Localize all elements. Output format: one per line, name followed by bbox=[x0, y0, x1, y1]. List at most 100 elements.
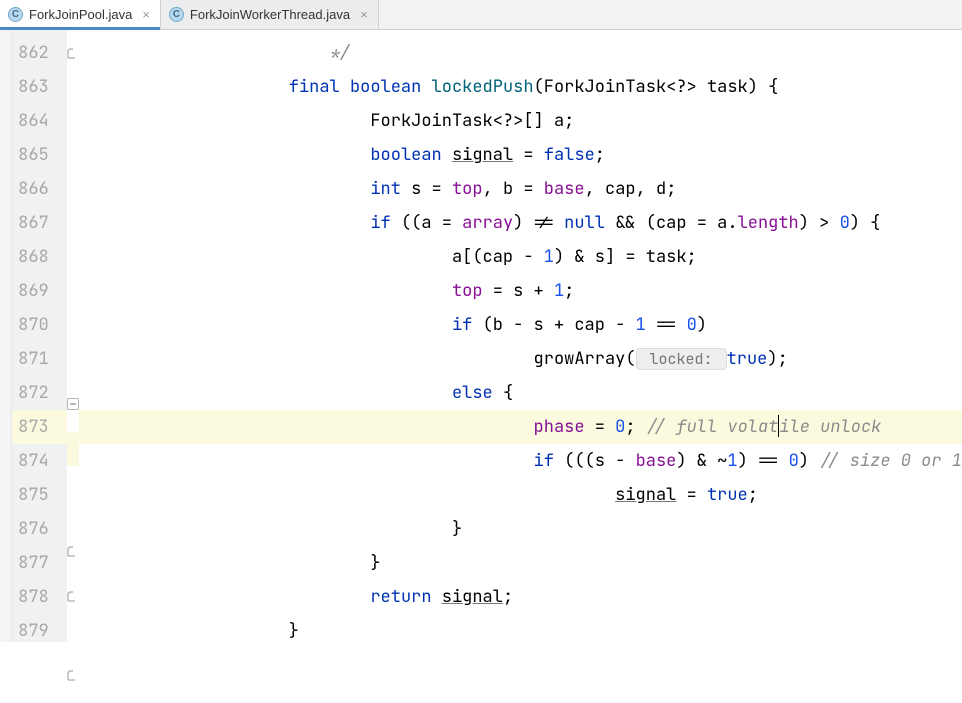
fold-cell bbox=[67, 500, 79, 534]
code-token: boolean bbox=[370, 144, 452, 166]
fold-cell bbox=[67, 398, 79, 432]
code-line[interactable]: } bbox=[79, 614, 962, 648]
code-line[interactable]: top = s + 1; bbox=[79, 274, 962, 308]
code-token: top bbox=[452, 178, 483, 200]
code-token: a[(cap - bbox=[452, 246, 544, 268]
code-line[interactable]: final boolean lockedPush(ForkJoinTask<?>… bbox=[79, 70, 962, 104]
code-token: // full volat bbox=[646, 416, 779, 438]
code-token: ForkJoinTask<?>[] a; bbox=[370, 110, 574, 132]
code-token: , cap, d; bbox=[585, 178, 677, 200]
line-number[interactable]: 877 bbox=[12, 546, 67, 580]
code-line[interactable]: phase = 0; // full volatile unlock bbox=[79, 410, 962, 444]
code-token: lockedPush bbox=[432, 76, 534, 98]
code-token: && (cap = a. bbox=[615, 212, 737, 234]
editor-tab[interactable]: CForkJoinPool.java× bbox=[0, 0, 161, 29]
code-line[interactable]: return signal; bbox=[79, 580, 962, 614]
code-token: 1 bbox=[544, 246, 554, 268]
code-area[interactable]: */ final boolean lockedPush(ForkJoinTask… bbox=[79, 30, 962, 642]
code-line[interactable]: signal = true; bbox=[79, 478, 962, 512]
code-token: ((a = bbox=[401, 212, 462, 234]
code-token: 1 bbox=[554, 280, 564, 302]
fold-cell bbox=[67, 81, 79, 115]
code-token: 0 bbox=[840, 212, 850, 234]
fold-end-icon[interactable] bbox=[67, 669, 79, 681]
code-line[interactable]: ForkJoinTask<?>[] a; bbox=[79, 104, 962, 138]
code-line[interactable]: if ((a = array) != null && (cap = a.leng… bbox=[79, 206, 962, 240]
editor-area: 8628638648658668678688698708718728738748… bbox=[0, 30, 962, 642]
code-token: base bbox=[544, 178, 585, 200]
fold-cell bbox=[67, 353, 79, 387]
code-token: array bbox=[462, 212, 513, 234]
code-token: true bbox=[707, 484, 748, 506]
code-token: 1 bbox=[636, 314, 656, 336]
code-token: ; bbox=[748, 484, 758, 506]
editor-tab[interactable]: CForkJoinWorkerThread.java× bbox=[161, 0, 379, 29]
code-token: top bbox=[452, 280, 483, 302]
code-token: (((s - bbox=[564, 450, 635, 472]
java-class-icon: C bbox=[169, 7, 184, 22]
fold-collapse-icon[interactable] bbox=[67, 398, 79, 410]
fold-end-icon[interactable] bbox=[67, 590, 79, 602]
line-number[interactable]: 872 bbox=[12, 376, 67, 410]
code-line[interactable]: else { bbox=[79, 376, 962, 410]
code-token: length bbox=[738, 212, 799, 234]
fold-cell bbox=[67, 183, 79, 217]
line-number[interactable]: 874 bbox=[12, 444, 67, 478]
fold-end-icon[interactable] bbox=[67, 47, 79, 59]
close-icon[interactable]: × bbox=[360, 7, 368, 22]
code-line[interactable]: a[(cap - 1) & s] = task; bbox=[79, 240, 962, 274]
code-token: } bbox=[452, 518, 462, 540]
line-number-gutter[interactable]: 8628638648658668678688698708718728738748… bbox=[12, 30, 67, 642]
code-line[interactable]: int s = top, b = base, cap, d; bbox=[79, 172, 962, 206]
code-token: null bbox=[564, 212, 615, 234]
line-number[interactable]: 866 bbox=[12, 172, 67, 206]
code-token: // size 0 or 1 bbox=[819, 450, 962, 472]
code-token: if bbox=[452, 314, 483, 336]
code-token: phase bbox=[534, 416, 585, 438]
code-line[interactable]: boolean signal = false; bbox=[79, 138, 962, 172]
code-line[interactable]: */ bbox=[79, 36, 962, 70]
fold-column[interactable] bbox=[67, 30, 79, 642]
line-number[interactable]: 873 bbox=[12, 410, 67, 444]
line-number[interactable]: 868 bbox=[12, 240, 67, 274]
code-token: locked: bbox=[636, 348, 727, 370]
line-number[interactable]: 862 bbox=[12, 36, 67, 70]
line-number[interactable]: 863 bbox=[12, 70, 67, 104]
fold-cell bbox=[67, 149, 79, 183]
close-icon[interactable]: × bbox=[142, 7, 150, 22]
fold-end-icon[interactable] bbox=[67, 545, 79, 557]
code-token: signal bbox=[452, 144, 513, 166]
line-number[interactable]: 878 bbox=[12, 580, 67, 614]
fold-cell bbox=[67, 545, 79, 579]
code-token: ; bbox=[564, 280, 574, 302]
code-line[interactable]: if (b - s + cap - 1 == 0) bbox=[79, 308, 962, 342]
fold-cell bbox=[67, 432, 79, 466]
line-number[interactable]: 876 bbox=[12, 512, 67, 546]
line-number[interactable]: 879 bbox=[12, 614, 67, 648]
fold-cell bbox=[67, 251, 79, 285]
fold-cell bbox=[67, 669, 79, 703]
code-token: 0 bbox=[615, 416, 625, 438]
code-token: (ForkJoinTask<?> task) { bbox=[534, 76, 779, 98]
code-token: final bbox=[289, 76, 350, 98]
line-number[interactable]: 865 bbox=[12, 138, 67, 172]
fold-cell bbox=[67, 466, 79, 500]
code-token: */ bbox=[330, 42, 350, 64]
fold-cell bbox=[67, 47, 79, 81]
code-line[interactable]: } bbox=[79, 512, 962, 546]
line-number[interactable]: 875 bbox=[12, 478, 67, 512]
line-number[interactable]: 867 bbox=[12, 206, 67, 240]
line-number[interactable]: 869 bbox=[12, 274, 67, 308]
code-token: = bbox=[585, 416, 616, 438]
code-line[interactable]: growArray( locked: true); bbox=[79, 342, 962, 376]
line-number[interactable]: 864 bbox=[12, 104, 67, 138]
line-number[interactable]: 871 bbox=[12, 342, 67, 376]
code-token: ); bbox=[767, 348, 787, 370]
code-token: } bbox=[289, 620, 299, 642]
code-token: false bbox=[544, 144, 595, 166]
code-token: true bbox=[727, 348, 768, 370]
code-token: int bbox=[370, 178, 411, 200]
code-line[interactable]: if (((s - base) & ~1) == 0) // size 0 or… bbox=[79, 444, 962, 478]
code-line[interactable]: } bbox=[79, 546, 962, 580]
line-number[interactable]: 870 bbox=[12, 308, 67, 342]
